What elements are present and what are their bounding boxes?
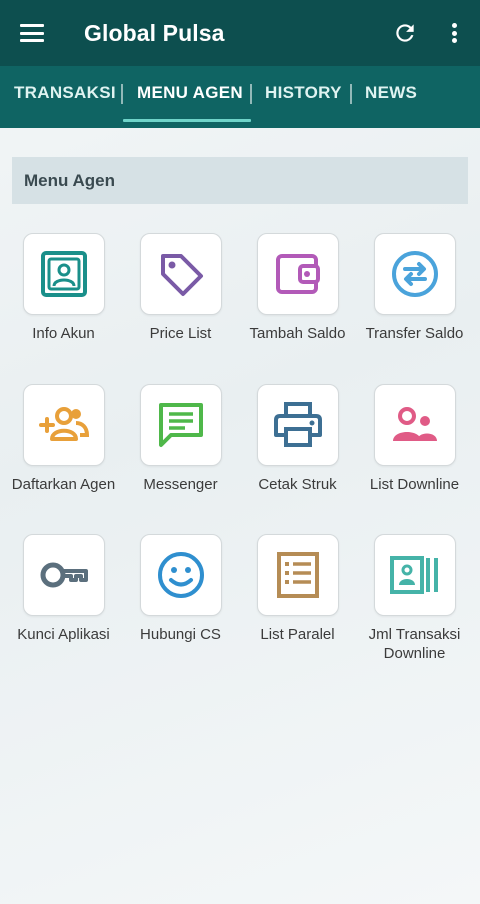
menu-item-tambah-saldo[interactable]: Tambah Saldo — [239, 233, 356, 343]
menu-item-box[interactable] — [22, 384, 105, 466]
app-bar: Global Pulsa — [0, 0, 480, 66]
menu-item-label: Jml Transaksi Downline — [368, 626, 461, 662]
menu-item-label: Daftarkan Agen — [11, 476, 116, 493]
key-icon — [40, 562, 88, 588]
wallet-icon — [275, 254, 320, 294]
menu-item-box[interactable] — [373, 534, 456, 616]
id-card-bars-icon — [389, 556, 438, 594]
more-vert-icon[interactable] — [446, 20, 462, 46]
menu-item-label: Hubungi CS — [140, 626, 221, 643]
menu-item-kunci-aplikasi[interactable]: Kunci Aplikasi — [5, 534, 122, 644]
hamburger-menu-icon[interactable] — [20, 22, 44, 44]
menu-item-label: Kunci Aplikasi — [17, 626, 110, 643]
menu-item-box[interactable] — [139, 384, 222, 466]
printer-icon — [273, 402, 322, 447]
tab-news[interactable]: NEWS — [365, 83, 417, 103]
tab-history[interactable]: HISTORY — [265, 83, 342, 103]
menu-item-jml-transaksi-downline[interactable]: Jml Transaksi Downline — [356, 534, 473, 663]
menu-item-label: List Downline — [369, 476, 460, 493]
section-title: Menu Agen — [24, 170, 115, 190]
transfer-arrows-icon — [391, 251, 438, 297]
menu-item-box[interactable] — [256, 534, 339, 616]
menu-item-label: List Paralel — [260, 626, 335, 643]
list-document-icon — [276, 552, 319, 598]
tab-divider — [121, 84, 123, 104]
menu-item-messenger[interactable]: Messenger — [122, 384, 239, 494]
menu-item-price-list[interactable]: Price List — [122, 233, 239, 343]
section-header: Menu Agen — [12, 157, 468, 204]
active-tab-indicator — [123, 119, 251, 122]
menu-item-box[interactable] — [373, 384, 456, 466]
menu-item-cetak-struk[interactable]: Cetak Struk — [239, 384, 356, 494]
menu-item-list-paralel[interactable]: List Paralel — [239, 534, 356, 644]
menu-item-label: Messenger — [143, 476, 218, 493]
menu-item-box[interactable] — [22, 233, 105, 315]
tab-bar: TRANSAKSI MENU AGEN HISTORY NEWS — [0, 66, 480, 128]
menu-item-box[interactable] — [22, 534, 105, 616]
tab-menu-agen[interactable]: MENU AGEN — [137, 83, 243, 103]
menu-item-label: Tambah Saldo — [249, 325, 346, 342]
refresh-icon[interactable] — [392, 20, 418, 46]
menu-item-transfer-saldo[interactable]: Transfer Saldo — [356, 233, 473, 343]
smiley-face-icon — [157, 552, 204, 598]
menu-item-label: Info Akun — [32, 325, 95, 342]
id-card-icon — [40, 251, 87, 297]
price-tag-icon — [160, 254, 203, 296]
menu-item-hubungi-cs[interactable]: Hubungi CS — [122, 534, 239, 644]
menu-item-box[interactable] — [139, 233, 222, 315]
tab-divider — [250, 84, 252, 104]
tab-divider — [350, 84, 352, 104]
menu-item-box[interactable] — [256, 384, 339, 466]
menu-item-daftarkan-agen[interactable]: Daftarkan Agen — [5, 384, 122, 494]
menu-item-list-downline[interactable]: List Downline — [356, 384, 473, 494]
chat-message-icon — [158, 403, 203, 447]
add-user-icon — [38, 407, 89, 441]
menu-item-label: Transfer Saldo — [365, 325, 464, 342]
menu-item-info-akun[interactable]: Info Akun — [5, 233, 122, 343]
tab-transaksi[interactable]: TRANSAKSI — [14, 83, 116, 103]
menu-item-box[interactable] — [256, 233, 339, 315]
menu-item-box[interactable] — [139, 534, 222, 616]
menu-item-label: Cetak Struk — [258, 476, 337, 493]
menu-item-box[interactable] — [373, 233, 456, 315]
users-group-icon — [392, 407, 437, 441]
app-title: Global Pulsa — [84, 20, 225, 46]
menu-item-label: Price List — [149, 325, 212, 342]
